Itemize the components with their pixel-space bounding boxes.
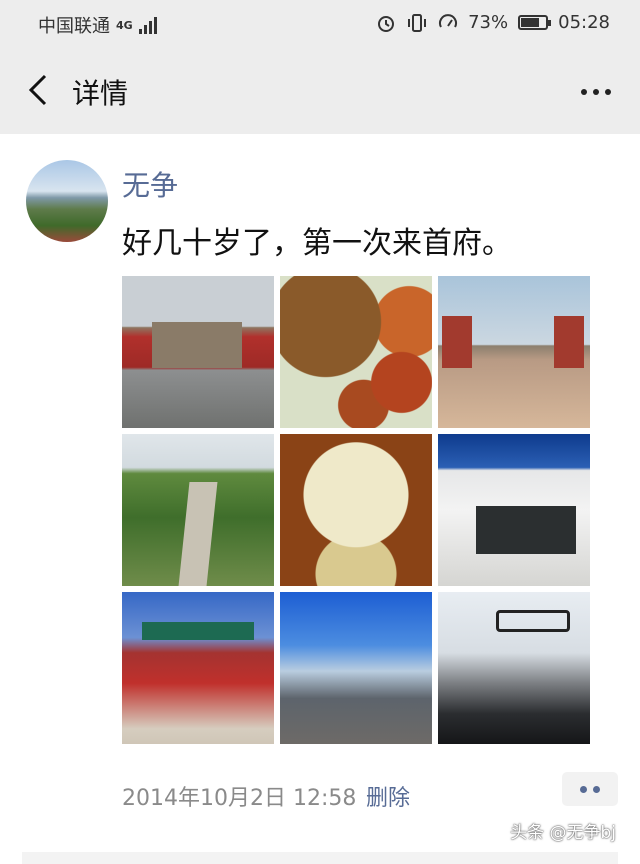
post-text: 好几十岁了，第一次来首府。	[122, 226, 512, 261]
chevron-left-icon	[28, 74, 47, 106]
photo-thumbnail[interactable]	[280, 276, 432, 428]
clock: 05:28	[558, 12, 610, 33]
status-right: 73% 05:28	[376, 12, 610, 33]
battery-percent: 73%	[468, 12, 509, 33]
photo-thumbnail[interactable]	[438, 434, 590, 586]
battery-icon	[518, 15, 552, 30]
more-horizontal-icon	[581, 89, 587, 95]
network-type: 4G	[116, 18, 133, 32]
avatar[interactable]	[26, 160, 108, 242]
signal-icon	[138, 16, 157, 34]
author-name[interactable]: 无争	[122, 164, 178, 204]
carrier-name: 中国联通	[38, 16, 110, 37]
bottom-divider	[22, 852, 618, 864]
moment-post: 无争 好几十岁了，第一次来首府。 2014年10月2日 12:58 删除	[0, 134, 640, 864]
photo-grid	[122, 276, 590, 744]
watermark: 头条 @无争bj	[510, 823, 616, 843]
photo-thumbnail[interactable]	[280, 592, 432, 744]
more-options-button[interactable]	[574, 76, 618, 108]
vibrate-icon	[408, 13, 427, 32]
comment-button[interactable]	[562, 772, 618, 806]
post-timestamp: 2014年10月2日 12:58	[122, 786, 357, 811]
status-left: 中国联通 4G	[38, 12, 157, 38]
photo-thumbnail[interactable]	[438, 276, 590, 428]
back-button[interactable]	[16, 68, 60, 112]
data-saver-icon	[439, 13, 458, 27]
photo-thumbnail[interactable]	[122, 434, 274, 586]
photo-thumbnail[interactable]	[122, 592, 274, 744]
photo-thumbnail[interactable]	[122, 276, 274, 428]
nav-bar: 详情	[0, 48, 640, 134]
page-title: 详情	[72, 77, 129, 110]
delete-link[interactable]: 删除	[366, 780, 410, 812]
status-bar: 中国联通 4G 73% 05:28	[0, 0, 640, 48]
comment-dots-icon	[580, 785, 587, 793]
photo-thumbnail[interactable]	[280, 434, 432, 586]
alarm-icon	[378, 15, 395, 32]
photo-thumbnail[interactable]	[438, 592, 590, 744]
